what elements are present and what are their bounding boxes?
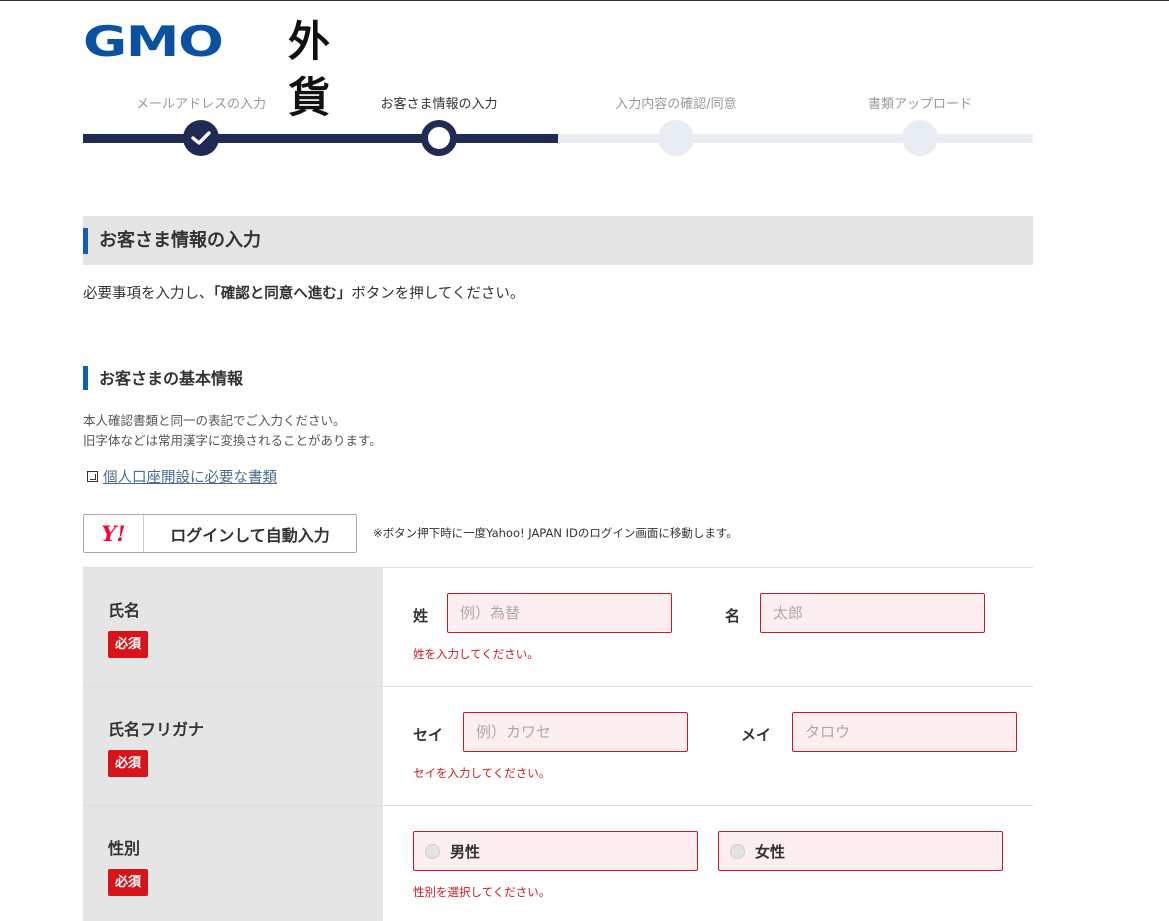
last-name-label: 姓 [413,607,429,625]
step-label: メールアドレスの入力 [135,97,266,112]
gender-option-female[interactable]: 女性 [718,831,1003,871]
step-confirm: 入力内容の確認/同意 [556,95,796,156]
form-field-cell: 男性 女性 性別を選択してください。 [383,806,1033,921]
form-field-cell: セイ メイ セイを入力してください。 [383,687,1033,805]
first-name-kana-input[interactable] [792,712,1017,752]
form-field-cell: 姓 名 姓を入力してください。 [383,568,1033,686]
field-label-name: 氏名 [108,601,141,620]
gender-error-message: 性別を選択してください。 [413,885,551,899]
radio-icon[interactable] [425,843,440,859]
section-header: お客さま情報の入力 [83,216,1033,265]
intro-before: 必要事項を入力し、 [83,286,214,302]
form-row-kana: 氏名フリガナ 必須 セイ メイ セイを入力してください。 [83,687,1033,806]
required-documents-link-row: 個人口座開設に必要な書類 [87,465,277,487]
basic-info-form: 氏名 必須 姓 名 姓を入力してください。 氏名フリガナ 必須 セイ メイ セイ… [83,567,1033,921]
form-label-cell: 氏名フリガナ 必須 [83,687,383,805]
form-label-cell: 性別 必須 [83,806,383,921]
radio-icon[interactable] [730,843,745,859]
first-name-input[interactable] [760,593,985,633]
kana-error-message: セイを入力してください。 [413,766,551,780]
intro-text: 必要事項を入力し、「確認と同意へ進む」ボタンを押してください。 [83,283,524,305]
required-badge: 必須 [108,631,149,658]
yahoo-login-button[interactable]: Y! ログインして自動入力 [83,514,357,553]
form-label-cell: 氏名 必須 [83,568,383,686]
required-badge: 必須 [108,869,149,896]
external-link-icon [87,470,98,482]
step-upload: 書類アップロード [800,95,1040,156]
gender-option-label: 男性 [450,842,481,861]
pending-step-icon [902,120,938,156]
field-label-kana: 氏名フリガナ [108,720,205,739]
yahoo-logo-icon: Y! [84,515,144,552]
current-step-icon [421,120,457,156]
step-customer-info: お客さま情報の入力 [319,95,559,156]
first-name-label: 名 [725,607,741,625]
gender-option-male[interactable]: 男性 [413,831,698,871]
last-name-kana-label: セイ [413,726,444,744]
heading-accent-bar [83,228,88,254]
check-icon [183,120,219,156]
step-label: 書類アップロード [867,97,972,112]
step-label: お客さま情報の入力 [380,97,498,112]
gmo-gaika-logo[interactable]: GMO 外貨 [83,14,330,122]
last-name-input[interactable] [447,593,672,633]
name-error-message: 姓を入力してください。 [413,647,539,661]
yahoo-login-note: ※ボタン押下時に一度Yahoo! JAPAN IDのログイン画面に移動します。 [373,526,738,540]
basic-info-note: 本人確認書類と同一の表記でご入力ください。 旧字体などは常用漢字に変換されること… [83,411,382,451]
heading-accent-bar [83,366,88,390]
yahoo-login-label: ログインして自動入力 [170,525,330,545]
last-name-kana-input[interactable] [463,712,688,752]
logo-gmo-text: GMO [83,17,224,66]
progress-stepper: メールアドレスの入力 お客さま情報の入力 入力内容の確認/同意 書類アップロード [83,95,1033,165]
form-row-name: 氏名 必須 姓 名 姓を入力してください。 [83,568,1033,687]
required-documents-link[interactable]: 個人口座開設に必要な書類 [103,466,277,487]
first-name-kana-label: メイ [741,726,772,744]
top-border [0,0,1169,1]
note-line-2: 旧字体などは常用漢字に変換されることがあります。 [83,433,382,448]
page-title: お客さま情報の入力 [99,230,261,251]
intro-after: ボタンを押してください。 [351,286,525,302]
form-row-gender: 性別 必須 男性 女性 性別を選択してください。 [83,806,1033,921]
gender-option-label: 女性 [755,842,786,861]
field-label-gender: 性別 [108,839,141,858]
basic-info-title: お客さまの基本情報 [99,369,244,388]
step-email: メールアドレスの入力 [81,95,321,156]
required-badge: 必須 [108,750,149,777]
note-line-1: 本人確認書類と同一の表記でご入力ください。 [83,413,346,428]
pending-step-icon [658,120,694,156]
step-label: 入力内容の確認/同意 [615,97,737,112]
intro-strong: 「確認と同意へ進む」 [213,286,352,302]
